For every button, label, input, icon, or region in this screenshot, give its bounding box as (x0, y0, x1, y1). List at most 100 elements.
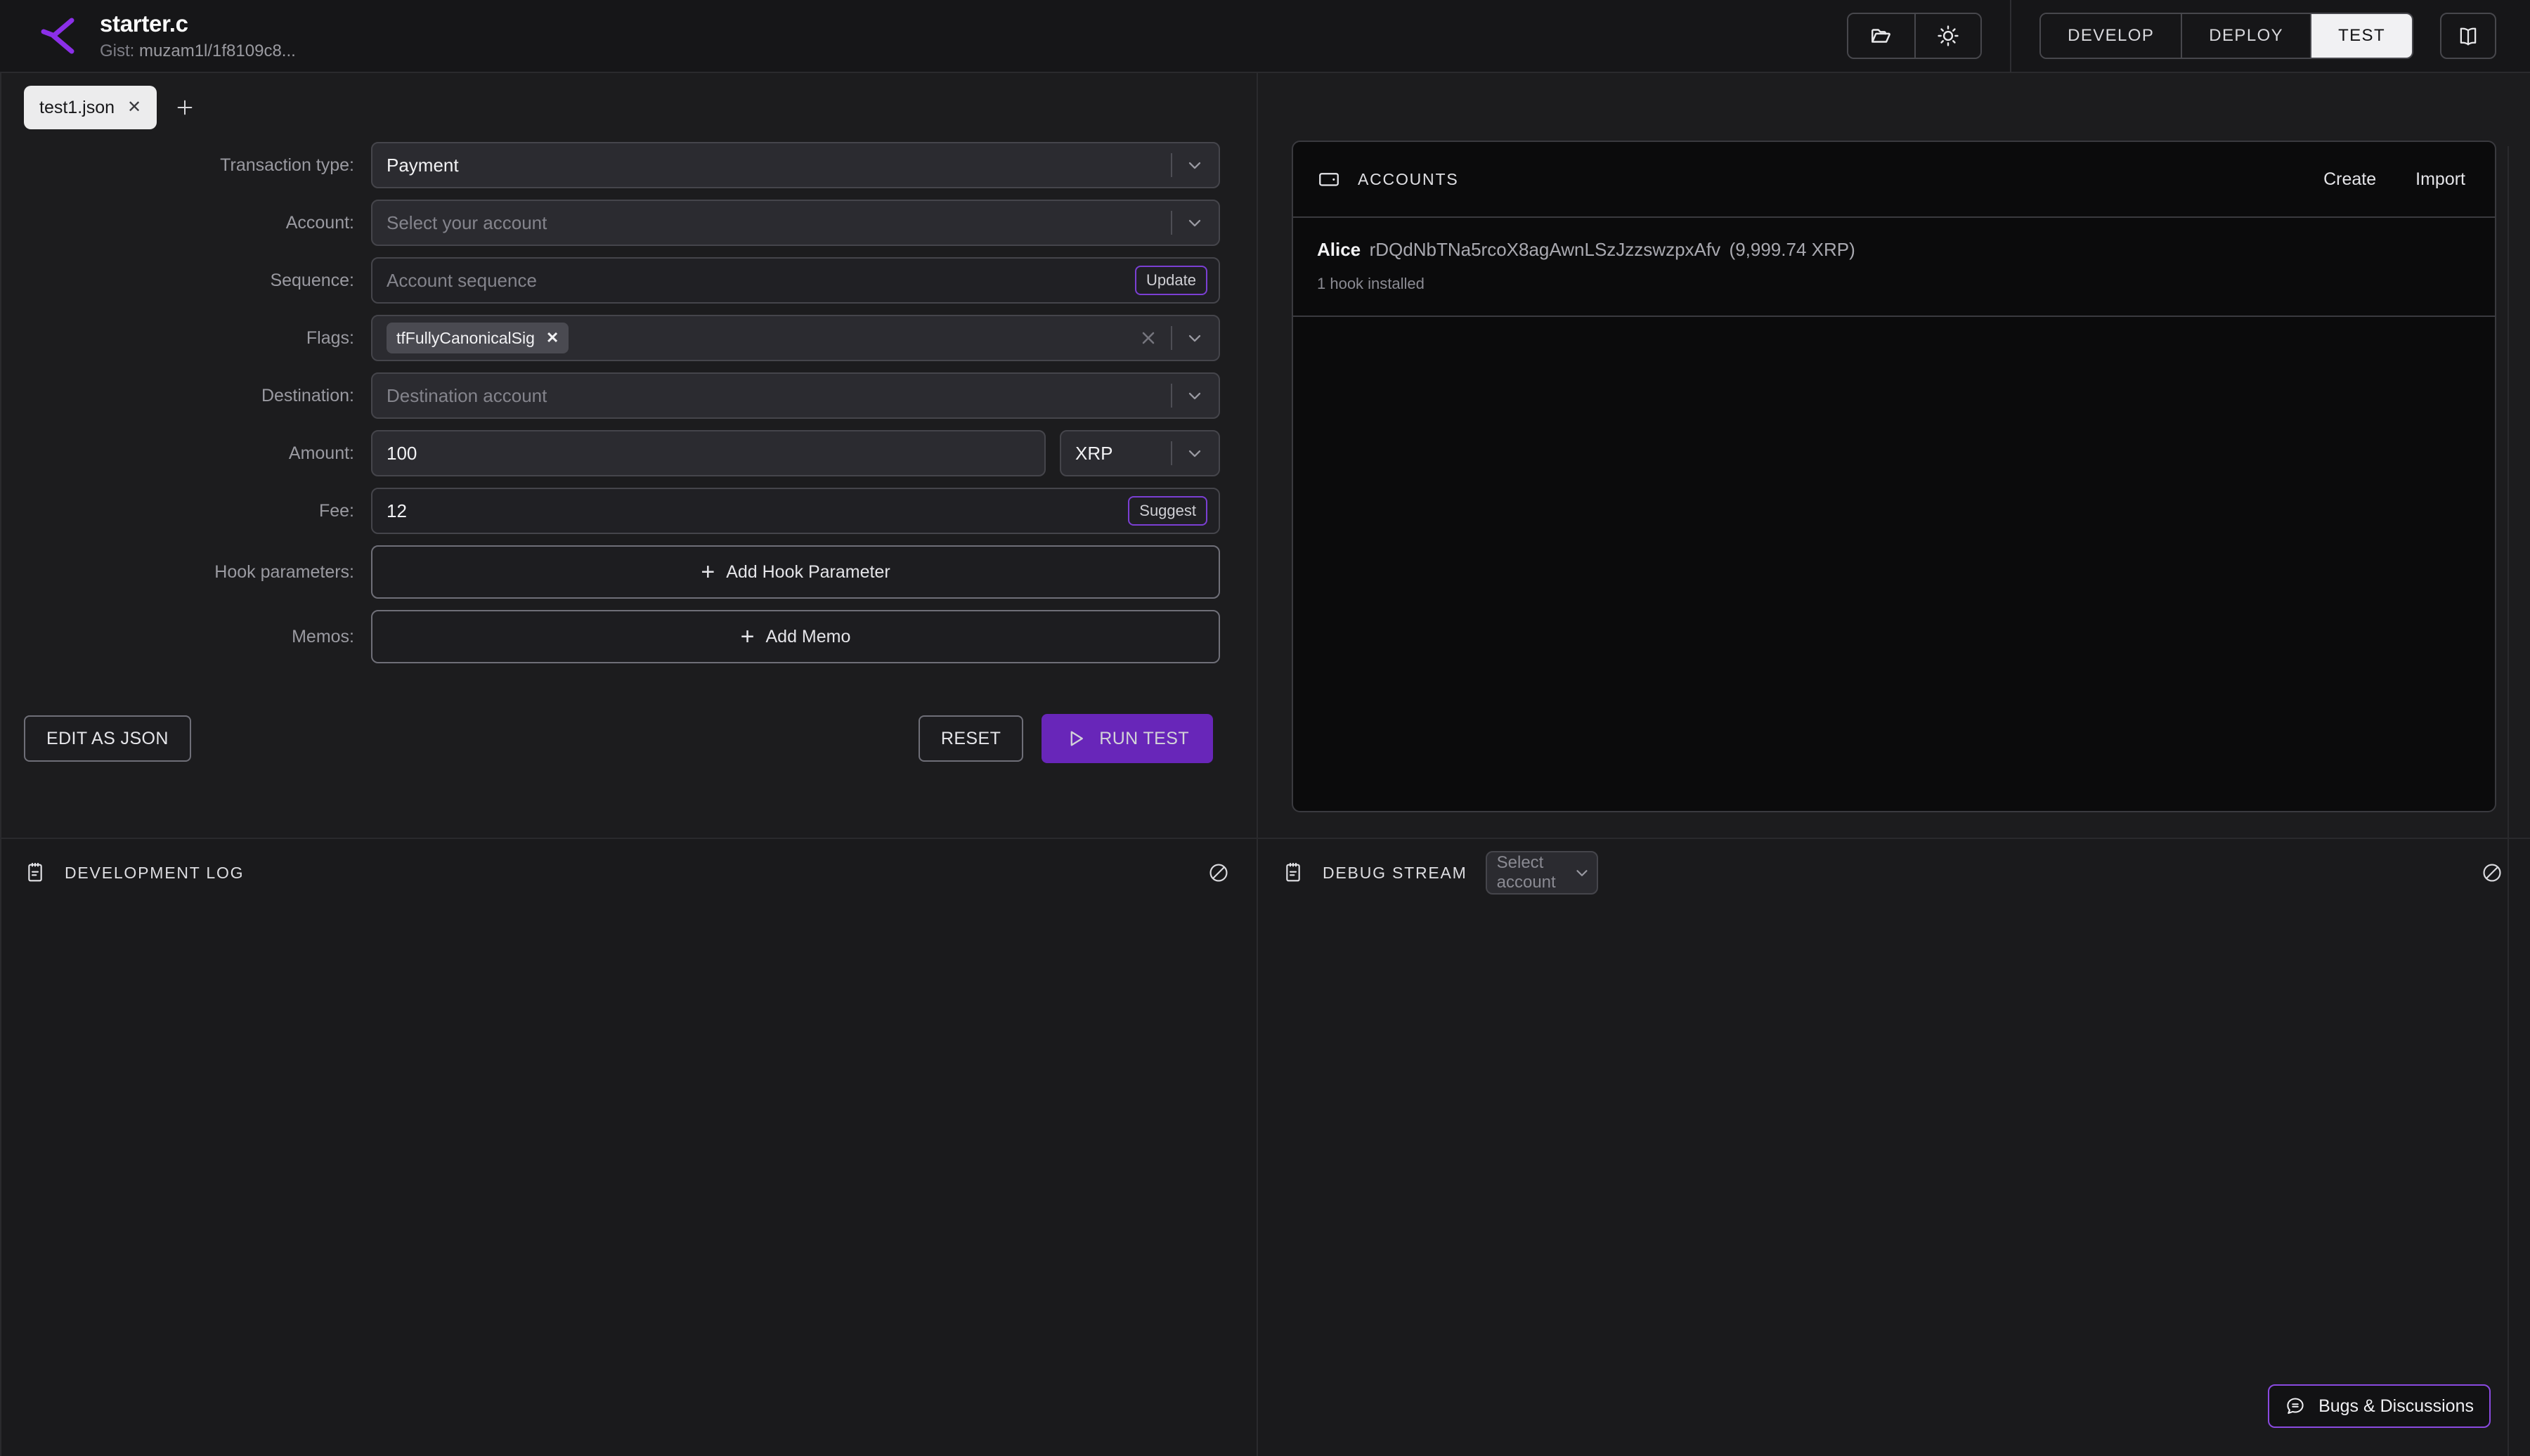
flag-chip-tffullycanonicalsig[interactable]: tfFullyCanonicalSig ✕ (387, 323, 569, 353)
plus-icon: + (701, 559, 715, 585)
sequence-input[interactable]: Account sequence Update (371, 257, 1220, 304)
gist-value: muzam1l/1f8109c8... (139, 41, 296, 61)
row-destination: Destination: Destination account (0, 372, 1257, 419)
label-amount: Amount: (288, 443, 354, 463)
chevron-down-icon[interactable] (1185, 213, 1205, 233)
edit-as-json-button[interactable]: EDIT AS JSON (24, 715, 191, 762)
field-divider (1171, 153, 1172, 177)
row-sequence: Sequence: Account sequence Update (0, 257, 1257, 304)
flags-multiselect[interactable]: tfFullyCanonicalSig ✕ (371, 315, 1220, 361)
transaction-type-select[interactable]: Payment (371, 142, 1220, 188)
development-log-header: DEVELOPMENT LOG (0, 839, 1257, 906)
create-account-button[interactable]: Create (2323, 169, 2376, 190)
label-transaction-type: Transaction type: (220, 155, 354, 175)
reset-button[interactable]: RESET (918, 715, 1024, 762)
accounts-empty-space (1293, 317, 2495, 811)
page-title: starter.c (100, 10, 188, 37)
log-notepad-icon (1286, 862, 1300, 882)
label-memos: Memos: (292, 626, 354, 646)
debug-stream-select-placeholder: Select account (1496, 853, 1556, 892)
folder-open-icon (1871, 29, 1890, 43)
fee-suggest-button[interactable]: Suggest (1128, 496, 1207, 526)
book-icon (2460, 27, 2477, 46)
page-scrollbar[interactable] (2508, 146, 2530, 1456)
accounts-title: ACCOUNTS (1358, 169, 1459, 188)
plus-icon (177, 100, 193, 115)
field-divider (1171, 211, 1172, 235)
row-flags: Flags: tfFullyCanonicalSig ✕ (0, 315, 1257, 361)
open-folder-button[interactable] (1848, 14, 1915, 58)
currency-select[interactable]: XRP (1060, 430, 1220, 476)
header-icon-group (1847, 13, 1983, 59)
field-sequence: Account sequence Update (371, 257, 1220, 304)
chevron-down-icon[interactable] (1185, 328, 1205, 348)
fee-input[interactable]: 12 Suggest (371, 488, 1220, 534)
tab-label: test1.json (39, 97, 115, 117)
bugs-discussions-label: Bugs & Discussions (2318, 1396, 2474, 1416)
chat-bubble-icon (2287, 1398, 2304, 1414)
amount-input[interactable]: 100 (371, 430, 1046, 476)
mode-develop-button[interactable]: DEVELOP (2041, 14, 2181, 58)
run-test-button[interactable]: RUN TEST (1042, 714, 1213, 763)
debug-stream-account-select[interactable]: Select account (1485, 851, 1598, 895)
chevron-down-icon[interactable] (1185, 386, 1205, 405)
header-divider (2010, 0, 2012, 72)
no-entry-clear-icon (1209, 864, 1228, 882)
tab-test1-json[interactable]: test1.json ✕ (24, 86, 157, 129)
add-memo-label: Add Memo (765, 626, 851, 646)
field-transaction-type: Payment (371, 142, 1220, 188)
account-list-item[interactable]: Alice rDQdNbTNa5rcoX8agAwnLSzJzzswzpxAfv… (1293, 218, 2495, 317)
mode-test-button[interactable]: TEST (2310, 14, 2412, 58)
debug-stream-header: DEBUG STREAM Select account (1258, 839, 2530, 906)
add-hook-parameter-button[interactable]: + Add Hook Parameter (371, 545, 1220, 599)
import-account-button[interactable]: Import (2415, 169, 2465, 190)
hooks-logo-icon (41, 18, 74, 54)
row-fee: Fee: 12 Suggest (0, 488, 1257, 534)
development-log-panel: DEVELOPMENT LOG (0, 838, 1257, 1456)
field-divider (1171, 384, 1172, 408)
field-divider (1171, 441, 1172, 465)
app-header: starter.c Gist: muzam1l/1f8109c8... DEVE… (0, 0, 2530, 73)
debug-stream-clear-button[interactable] (2481, 862, 2503, 884)
sequence-update-button[interactable]: Update (1135, 266, 1207, 295)
amount-value: 100 (387, 442, 417, 464)
flags-caret-group (1133, 326, 1205, 350)
transaction-type-value: Payment (387, 154, 459, 176)
account-select[interactable]: Select your account (371, 200, 1220, 246)
transaction-form: Transaction type: Payment Account: Selec… (0, 142, 1257, 838)
flag-chip-label: tfFullyCanonicalSig (396, 328, 535, 347)
label-destination: Destination: (261, 385, 354, 405)
row-amount: Amount: 100 XRP (0, 430, 1257, 476)
row-account: Account: Select your account (0, 200, 1257, 246)
mode-deploy-button[interactable]: DEPLOY (2181, 14, 2311, 58)
chip-close-icon[interactable]: ✕ (546, 329, 559, 347)
account-name: Alice (1317, 239, 1361, 260)
clear-x-icon[interactable] (1138, 328, 1158, 348)
label-fee: Fee: (318, 500, 354, 521)
transaction-type-caret (1153, 153, 1205, 177)
app-logo (25, 16, 93, 56)
field-destination: Destination account (371, 372, 1220, 419)
label-flags: Flags: (306, 327, 354, 348)
add-hook-parameter-label: Add Hook Parameter (726, 561, 890, 582)
left-edge-divider (0, 73, 1, 1456)
chevron-down-icon[interactable] (1573, 864, 1591, 882)
chevron-down-icon[interactable] (1185, 443, 1205, 463)
destination-select[interactable]: Destination account (371, 372, 1220, 419)
add-tab-button[interactable] (157, 86, 213, 129)
row-hook-parameters: Hook parameters: + Add Hook Parameter (0, 545, 1257, 599)
field-divider (1171, 326, 1172, 350)
debug-stream-title: DEBUG STREAM (1323, 863, 1467, 882)
close-icon[interactable]: ✕ (127, 99, 141, 116)
account-line: Alice rDQdNbTNa5rcoX8agAwnLSzJzzswzpxAfv… (1317, 239, 2471, 261)
destination-caret (1153, 384, 1205, 408)
chevron-down-icon[interactable] (1185, 155, 1205, 175)
app-root: starter.c Gist: muzam1l/1f8109c8... DEVE… (0, 0, 2530, 1456)
docs-button[interactable] (2440, 13, 2496, 59)
development-log-clear-button[interactable] (1207, 862, 1230, 884)
add-memo-button[interactable]: + Add Memo (371, 610, 1220, 663)
bugs-discussions-button[interactable]: Bugs & Discussions (2268, 1384, 2491, 1428)
theme-toggle-button[interactable] (1914, 14, 1981, 58)
accounts-header: ACCOUNTS Create Import (1293, 142, 2495, 218)
fee-value: 12 (387, 500, 407, 521)
